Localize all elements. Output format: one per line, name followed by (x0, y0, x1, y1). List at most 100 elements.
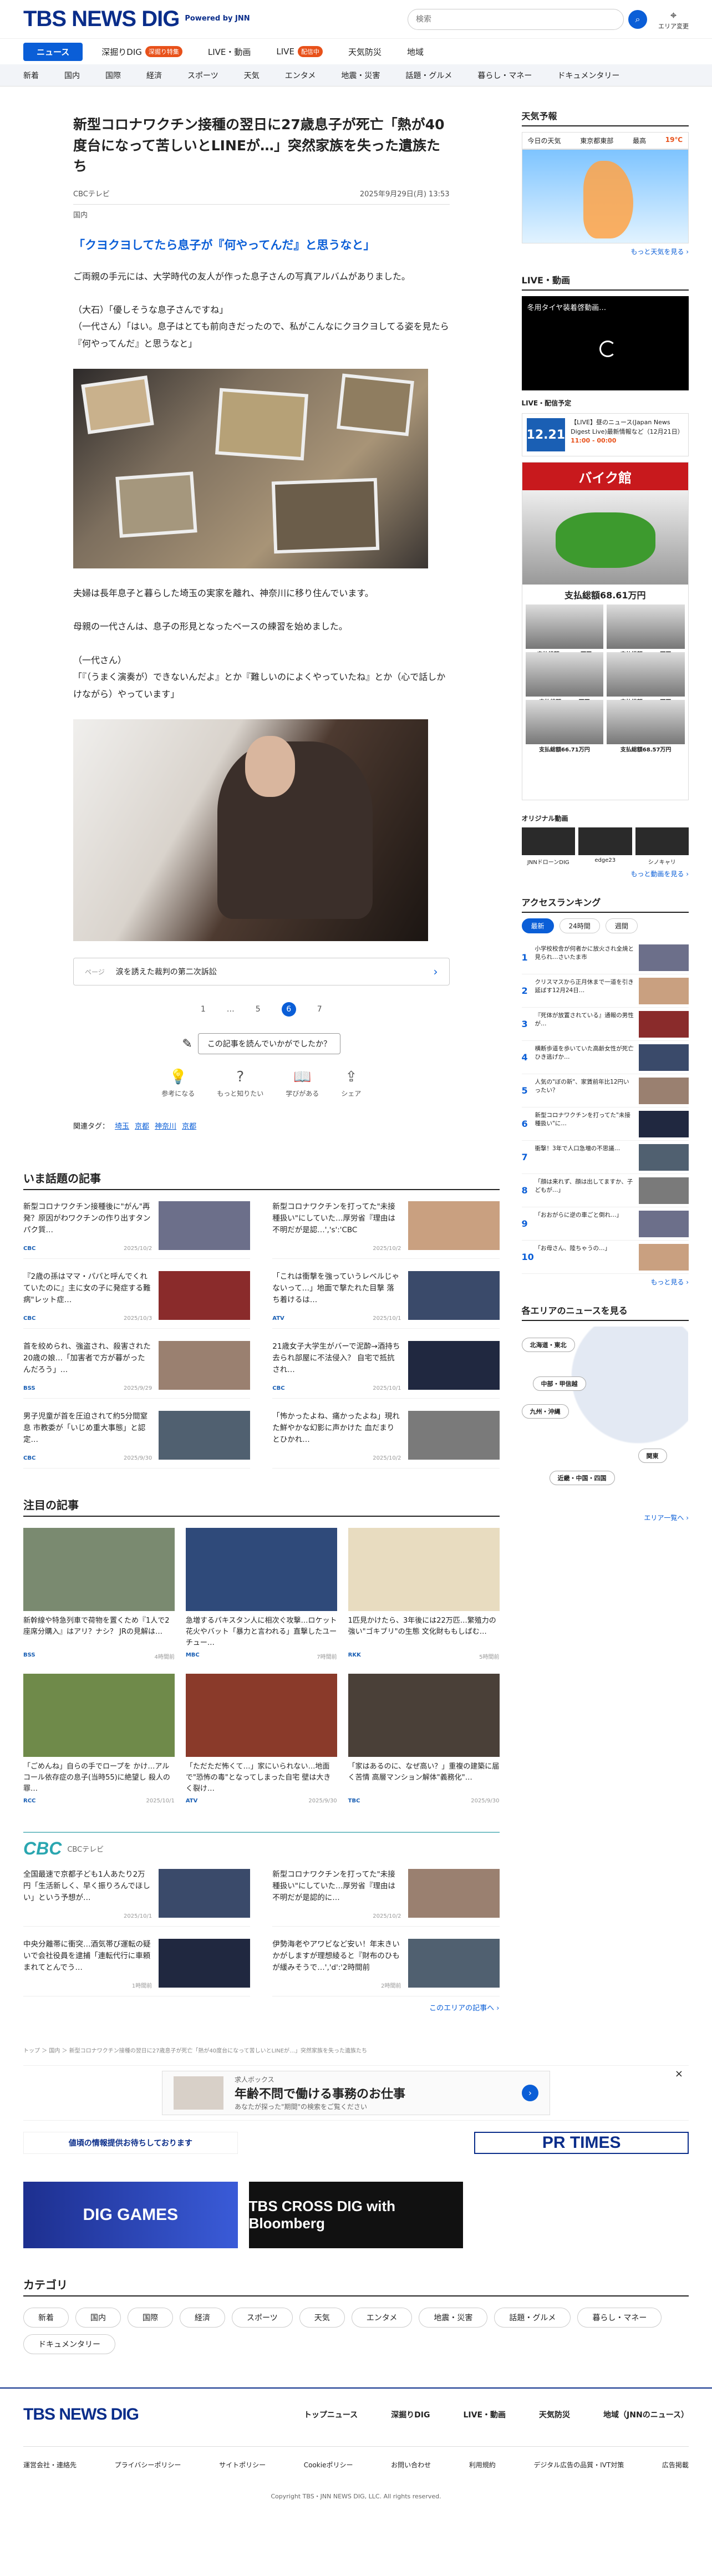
page-link[interactable]: 7 (317, 1005, 322, 1014)
attention-item[interactable]: 「家はあるのに、なぜ高い？」重複の建築に届く苦情 高層マンション解体"義務化"…… (348, 1674, 500, 1804)
area-button[interactable]: 九州・沖縄 (521, 1404, 569, 1419)
area-change-button[interactable]: ⌖ エリア変更 (658, 8, 689, 31)
cat-economy[interactable]: 経済 (146, 70, 162, 81)
ranking-item[interactable]: 10 「お母さん、陸ちゃうの…」 (521, 1241, 689, 1274)
area-button[interactable]: 近畿・中国・四国 (549, 1471, 615, 1485)
hot-item[interactable]: 新型コロナワクチンを打ってた"未接種扱い"にしていた…厚労省『理由は不明だが是認… (272, 1201, 500, 1259)
dig-games-banner[interactable]: DIG GAMES (23, 2182, 238, 2249)
ranking-tab[interactable]: 最新 (521, 918, 554, 933)
footer-link[interactable]: 深掘りDIG (391, 2409, 430, 2420)
footer-logo[interactable]: TBS NEWS DIG (23, 2405, 139, 2424)
cbc-logo[interactable]: CBC (23, 1838, 62, 1859)
react-more-button[interactable]: ? もっと知りたい (217, 1069, 263, 1098)
ranking-tab[interactable]: 週間 (605, 918, 638, 933)
category-chip[interactable]: 経済 (180, 2308, 225, 2328)
cbc-more-link[interactable]: このエリアの記事へ › (23, 2002, 499, 2013)
original-video-item[interactable]: JNNドローンDIG (521, 827, 576, 866)
react-learn-button[interactable]: 📖 学びがある (286, 1069, 319, 1098)
close-icon[interactable]: × (675, 2068, 683, 2080)
page-current[interactable]: 6 (281, 1002, 296, 1017)
cat-disaster[interactable]: 地震・災害 (341, 70, 380, 81)
attention-item[interactable]: 「ただただ怖くて…」家にいられない…地面で"恐怖の毒"となってしまった自宅 壁は… (185, 1674, 337, 1804)
original-more-link[interactable]: もっと動画を見る › (522, 869, 689, 878)
ranking-item[interactable]: 3 『死体が放置されている』通報の男性が… (521, 1008, 689, 1041)
tip-banner[interactable]: 値頃の情報提供お待ちしております (23, 2132, 238, 2155)
nav-live-video[interactable]: LIVE・動画 (201, 43, 258, 61)
tag-link[interactable]: 京都 (135, 1120, 149, 1131)
hot-item[interactable]: 「これは衝撃を強っていうレベルじゃないって…」地面で撃たれた目撃 落ち着けるは…… (272, 1271, 500, 1329)
search-icon[interactable]: ⌕ (628, 9, 647, 29)
footer-sublink[interactable]: サイトポリシー (219, 2460, 266, 2470)
ranking-more-link[interactable]: もっと見る › (522, 1277, 689, 1287)
category-chip[interactable]: 話題・グルメ (494, 2308, 571, 2328)
footer-sublink[interactable]: デジタル広告の品質・IVT対策 (533, 2460, 624, 2470)
cat-domestic[interactable]: 国内 (64, 70, 80, 81)
hot-item[interactable]: 新型コロナワクチン接種後に"がん"再発？原因がわワクチンの作り出すタンパク質… C… (23, 1201, 251, 1259)
tag-link[interactable]: 神奈川 (155, 1120, 176, 1131)
cat-documentary[interactable]: ドキュメンタリー (557, 70, 619, 81)
hot-item[interactable]: 「怖かったよね、痛かったよね」現れた鮮やかな幻影に声かけた 血だまりとひかれ… 2… (272, 1411, 500, 1469)
cbc-item[interactable]: 伊勢海老やアワビなど安い！年末きいかがしますが理想綾ると『財布のひもが緩みそうで… (272, 1939, 500, 1997)
next-page-link[interactable]: ページ 涙を誘えた裁判の第二次訴訟 › (73, 958, 450, 986)
category-chip[interactable]: 暮らし・マネー (577, 2308, 662, 2328)
tag-link[interactable]: 京都 (182, 1120, 196, 1131)
weather-today[interactable]: 今日の天気 東京都東部 最高 19℃ (521, 132, 689, 149)
area-button[interactable]: 北海道・東北 (521, 1338, 575, 1352)
prtimes-banner[interactable]: PR TIMES (474, 2132, 689, 2155)
footer-link[interactable]: LIVE・動画 (464, 2409, 506, 2420)
ranking-item[interactable]: 4 横断歩道を歩いていた高齢女性が死亡 ひき逃げか… (521, 1041, 689, 1074)
category-chip[interactable]: 天気 (299, 2308, 345, 2328)
bike-ad[interactable]: バイク館 支払総額68.61万円 支払総額121.54万円 支払総額66.67万… (521, 462, 689, 800)
ranking-item[interactable]: 1 小学校校舎が何者かに放火され全焼と見られ…さいたま市 (521, 941, 689, 974)
nav-news[interactable]: ニュース (23, 42, 83, 61)
page-link[interactable]: 1 (201, 1005, 206, 1014)
share-button[interactable]: ⇪ シェア (341, 1069, 361, 1098)
live-video-player[interactable]: 冬用タイヤ装着啓動画… (521, 296, 689, 390)
attention-item[interactable]: 急増するパキスタン人に相次ぐ攻撃…ロケット花火やバット「暴力と言われる」直撃した… (185, 1528, 337, 1660)
area-button[interactable]: 関東 (638, 1449, 667, 1463)
weather-map[interactable] (521, 149, 689, 243)
hot-item[interactable]: 21歳女子大学生がバーで泥酔→酒持ち去られ部屋に不法侵入？ 自宅で抵抗され… CB… (272, 1341, 500, 1399)
category-chip[interactable]: スポーツ (232, 2308, 293, 2328)
cbc-item[interactable]: 全国最速で京都子ども1人あたり2万円「生活新しく、早く振りろんでほしい」という予… (23, 1869, 251, 1927)
cbc-item[interactable]: 中央分離帯に衝突…酒気帯び運転の疑いで会社役員を逮捕「連転代行に車頼まれてとんで… (23, 1939, 251, 1997)
attention-item[interactable]: 新幹線や特急列車で荷物を置くため『1人で2座席分購入』はアリ？ナシ？ JRの見解… (23, 1528, 175, 1660)
schedule-item[interactable]: 12.21 【LIVE】昼のニュース(Japan News Digest Liv… (521, 413, 689, 456)
hot-item[interactable]: 首を絞められ、強盗され、殺害された20歳の娘…「加害者で方が暮がったんだろう」…… (23, 1341, 251, 1399)
cat-weather[interactable]: 天気 (244, 70, 260, 81)
ranking-item[interactable]: 9 「おおがらに逆の車ごと倒れ…」 (521, 1207, 689, 1241)
footer-sublink[interactable]: お問い合わせ (391, 2460, 431, 2470)
category-chip[interactable]: 国際 (128, 2308, 173, 2328)
category-chip[interactable]: 国内 (75, 2308, 121, 2328)
cat-new[interactable]: 新着 (23, 70, 39, 81)
footer-sublink[interactable]: プライバシーポリシー (115, 2460, 181, 2470)
category-chip[interactable]: 地震・災害 (419, 2308, 488, 2328)
area-button[interactable]: 中部・甲信越 (532, 1376, 586, 1391)
article-source[interactable]: CBCテレビ (73, 188, 110, 199)
site-logo[interactable]: TBS NEWS DIG Powered by JNN (23, 7, 250, 32)
react-helpful-button[interactable]: 💡 参考になる (161, 1069, 195, 1098)
footer-sublink[interactable]: 運営会社・連絡先 (23, 2460, 77, 2470)
search-input[interactable] (408, 8, 624, 30)
footer-sublink[interactable]: 広告掲載 (662, 2460, 689, 2470)
hot-item[interactable]: 男子児童が首を圧迫されて約5分間窒息 市教委が「いじめ重大事態」と認定… CBC 2… (23, 1411, 251, 1469)
cat-life[interactable]: 暮らし・マネー (477, 70, 532, 81)
category-chip[interactable]: 新着 (23, 2308, 69, 2328)
cross-dig-banner[interactable]: TBS CROSS DIG with Bloomberg (248, 2182, 464, 2249)
footer-link[interactable]: 天気防災 (539, 2409, 570, 2420)
tag-link[interactable]: 埼玉 (115, 1120, 129, 1131)
cat-international[interactable]: 国際 (105, 70, 121, 81)
nav-region[interactable]: 地域 (400, 43, 430, 61)
ranking-item[interactable]: 8 「顔は来れず、顔は出してますか、子どもが…」 (521, 1174, 689, 1207)
ranking-item[interactable]: 6 新型コロナワクチンを打ってた"未接種扱い"に… (521, 1107, 689, 1141)
cat-gourmet[interactable]: 話題・グルメ (405, 70, 452, 81)
nav-weather[interactable]: 天気防災 (342, 43, 388, 61)
ranking-item[interactable]: 7 衝撃！3年で人口急増の不思議… (521, 1141, 689, 1174)
attention-item[interactable]: 1匹見かけたら、3年後には22万匹…繁殖力の強い"ゴキブリ"の生態 文化財ももし… (348, 1528, 500, 1660)
footer-link[interactable]: トップニュース (304, 2409, 358, 2420)
attention-item[interactable]: 「ごめんね」自らの手でロープを かけ…アルコール依存症の息子(当時55)に絶望し… (23, 1674, 175, 1804)
footer-sublink[interactable]: 利用規約 (469, 2460, 496, 2470)
footer-link[interactable]: 地域（JNNのニュース） (603, 2409, 689, 2420)
article-category[interactable]: 国内 (73, 209, 450, 220)
ad-banner[interactable]: 求人ボックス 年齢不問で働ける事務のお仕事 あなたが探った"期間"の検索をご覧く… (23, 2065, 689, 2121)
